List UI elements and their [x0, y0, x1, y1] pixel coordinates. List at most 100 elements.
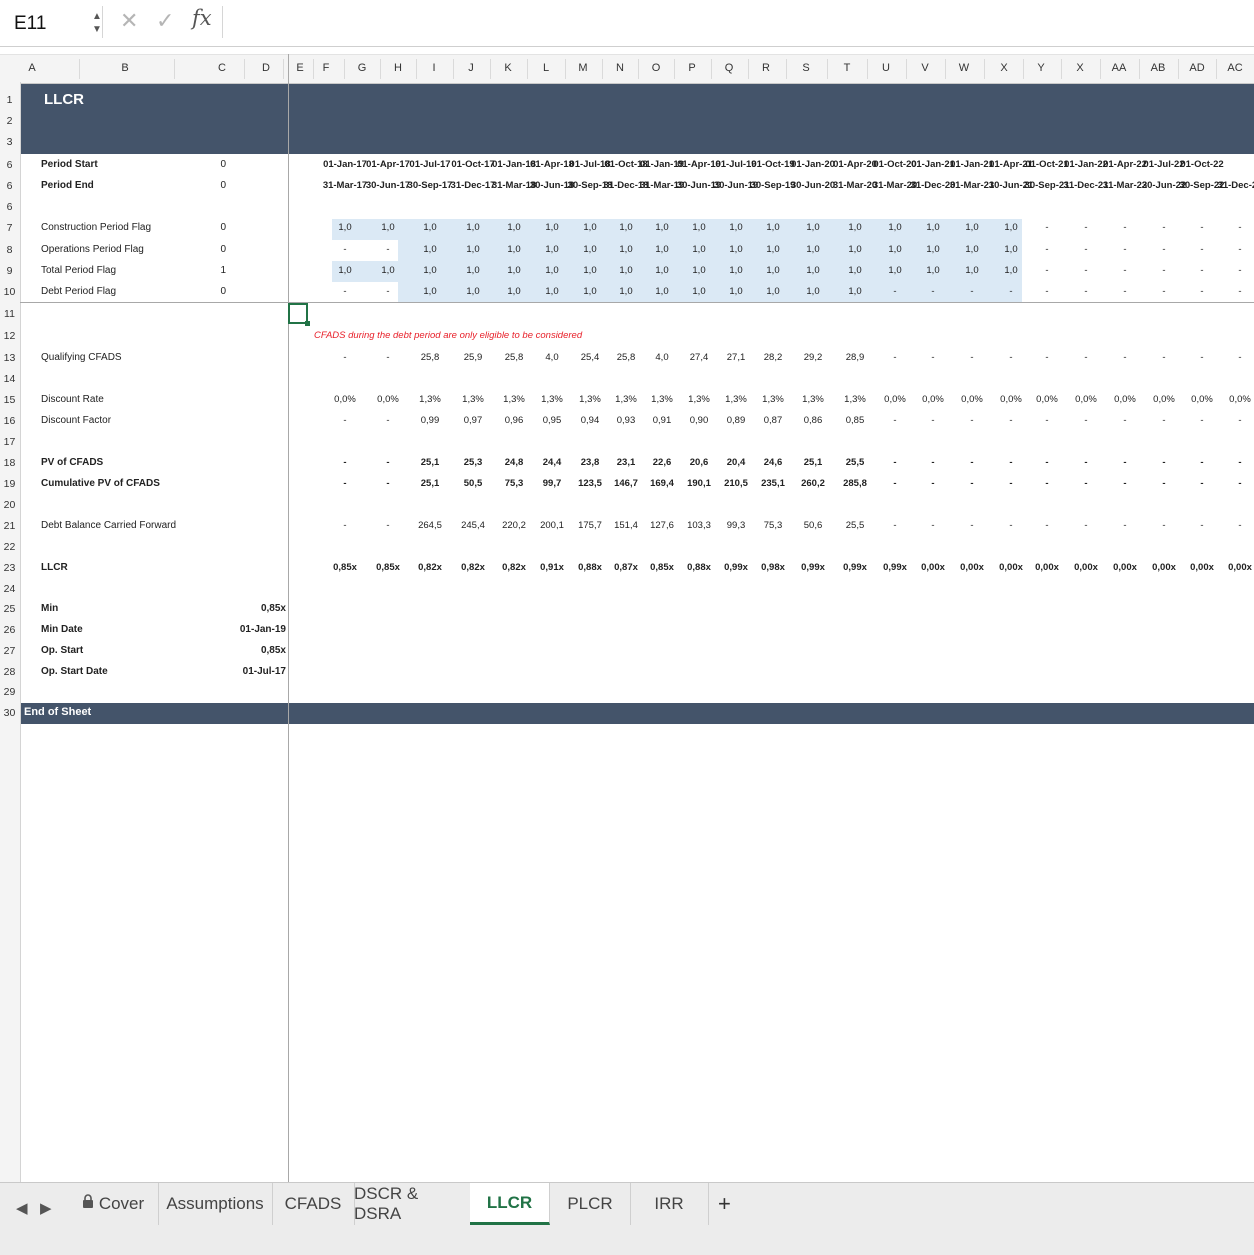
llcr-cell[interactable]: 0,82x: [461, 562, 485, 573]
flag-cell[interactable]: -: [1238, 244, 1241, 255]
row-number[interactable]: 11: [0, 308, 19, 320]
flag-cell[interactable]: 1,0: [692, 286, 705, 297]
row-number[interactable]: 17: [0, 436, 19, 448]
flag-cell[interactable]: -: [1123, 222, 1126, 233]
llcr-cell[interactable]: 0,00x: [921, 562, 945, 573]
column-header[interactable]: AD: [1182, 62, 1212, 74]
debt-balance-cell[interactable]: -: [1123, 520, 1126, 531]
flag-cell[interactable]: 1,0: [619, 222, 632, 233]
discount-rate-cell[interactable]: 1,3%: [541, 394, 563, 405]
flag-cell[interactable]: 1,0: [338, 265, 351, 276]
discount-factor-cell[interactable]: -: [1238, 415, 1241, 426]
pv-cfads-cell[interactable]: 24,8: [505, 457, 524, 468]
period-end-cell[interactable]: 30-Jun-20: [791, 180, 835, 191]
flag-cell[interactable]: 1,0: [848, 244, 861, 255]
flag-cell[interactable]: 1,0: [545, 265, 558, 276]
flag-cell[interactable]: 1,0: [965, 265, 978, 276]
flag-cell[interactable]: 1,0: [806, 244, 819, 255]
summary-value[interactable]: 01-Jan-19: [220, 624, 286, 635]
flag-cell[interactable]: -: [1045, 286, 1048, 297]
llcr-cell[interactable]: 0,00x: [1152, 562, 1176, 573]
row-number[interactable]: 12: [0, 330, 19, 342]
scroll-tabs-left-icon[interactable]: ◀: [16, 1199, 28, 1217]
column-header[interactable]: K: [493, 62, 523, 74]
flag-cell[interactable]: 1,0: [692, 222, 705, 233]
worksheet-grid[interactable]: A B C D E F G H I J K L M N O P Q R S T U V W X Y X AA AB AD AC 12366…: [0, 54, 1254, 1182]
name-box[interactable]: E11 ▲ ▼: [4, 6, 103, 38]
column-header[interactable]: AB: [1143, 62, 1173, 74]
discount-factor-cell[interactable]: 0,86: [804, 415, 823, 426]
column-header[interactable]: T: [832, 62, 862, 74]
pv-cfads-cell[interactable]: -: [931, 457, 934, 468]
row-number[interactable]: 10: [0, 286, 19, 298]
qualifying-cfads-cell[interactable]: -: [1084, 352, 1087, 363]
column-header[interactable]: C: [207, 62, 237, 74]
column-header[interactable]: L: [531, 62, 561, 74]
llcr-cell[interactable]: 0,85x: [333, 562, 357, 573]
cumulative-pv-cfads-cell[interactable]: 146,7: [614, 478, 638, 489]
cumulative-pv-cfads-cell[interactable]: 210,5: [724, 478, 748, 489]
discount-rate-cell[interactable]: 0,0%: [884, 394, 906, 405]
discount-factor-cell[interactable]: -: [1123, 415, 1126, 426]
column-header[interactable]: AC: [1220, 62, 1250, 74]
discount-rate-cell[interactable]: 1,3%: [579, 394, 601, 405]
flag-cell[interactable]: 1,0: [729, 265, 742, 276]
debt-balance-cell[interactable]: -: [970, 520, 973, 531]
discount-factor-cell[interactable]: -: [1084, 415, 1087, 426]
flag-cell[interactable]: 1,0: [766, 244, 779, 255]
row-number[interactable]: 6: [0, 159, 19, 171]
cumulative-pv-cfads-cell[interactable]: 260,2: [801, 478, 825, 489]
period-start-cell[interactable]: 01-Apr-17: [366, 159, 410, 170]
flag-cell[interactable]: 1,0: [655, 222, 668, 233]
cumulative-pv-cfads-cell[interactable]: -: [931, 478, 934, 489]
llcr-cell[interactable]: 0,99x: [883, 562, 907, 573]
name-box-stepper-icon[interactable]: ▲ ▼: [92, 10, 102, 36]
discount-factor-cell[interactable]: 0,99: [421, 415, 440, 426]
cumulative-pv-cfads-cell[interactable]: -: [1045, 478, 1048, 489]
pv-cfads-cell[interactable]: -: [1123, 457, 1126, 468]
cumulative-pv-cfads-cell[interactable]: -: [386, 478, 389, 489]
period-end-cell[interactable]: 31-Dec-20: [911, 180, 956, 191]
flag-cell[interactable]: 1,0: [729, 286, 742, 297]
cancel-icon[interactable]: ✕: [120, 8, 138, 34]
row-number[interactable]: 13: [0, 352, 19, 364]
add-sheet-button[interactable]: +: [718, 1191, 731, 1217]
qualifying-cfads-cell[interactable]: -: [1238, 352, 1241, 363]
llcr-cell[interactable]: 0,00x: [1074, 562, 1098, 573]
period-start-cell[interactable]: 01-Jan-22: [1064, 159, 1108, 170]
llcr-cell[interactable]: 0,00x: [1190, 562, 1214, 573]
flag-cell[interactable]: -: [970, 286, 973, 297]
flag-cell[interactable]: 1,0: [655, 286, 668, 297]
discount-rate-cell[interactable]: 1,3%: [688, 394, 710, 405]
qualifying-cfads-cell[interactable]: 4,0: [545, 352, 558, 363]
flag-cell[interactable]: 1,0: [806, 222, 819, 233]
flag-cell[interactable]: -: [1200, 286, 1203, 297]
pv-cfads-cell[interactable]: 25,1: [804, 457, 823, 468]
column-header[interactable]: Y: [1026, 62, 1056, 74]
row-number[interactable]: 25: [0, 603, 19, 615]
flag-cell[interactable]: 1,0: [338, 222, 351, 233]
discount-factor-cell[interactable]: 0,96: [505, 415, 524, 426]
pv-cfads-cell[interactable]: 25,3: [464, 457, 483, 468]
flag-cell[interactable]: 1,0: [423, 222, 436, 233]
column-header[interactable]: I: [419, 62, 449, 74]
flag-cell[interactable]: 1,0: [466, 265, 479, 276]
flag-cell[interactable]: 1,0: [507, 222, 520, 233]
discount-rate-cell[interactable]: 0,0%: [1153, 394, 1175, 405]
period-start-cell[interactable]: 01-Apr-20: [833, 159, 877, 170]
cumulative-pv-cfads-cell[interactable]: 285,8: [843, 478, 867, 489]
cumulative-pv-cfads-cell[interactable]: -: [1238, 478, 1241, 489]
llcr-cell[interactable]: 0,99x: [801, 562, 825, 573]
qualifying-cfads-cell[interactable]: -: [1045, 352, 1048, 363]
debt-balance-cell[interactable]: -: [1238, 520, 1241, 531]
row-number[interactable]: 14: [0, 373, 19, 385]
period-end-cell[interactable]: 31-Mar-21: [950, 180, 994, 191]
flag-cell[interactable]: -: [1123, 265, 1126, 276]
flag-cell[interactable]: 1,0: [926, 222, 939, 233]
column-header[interactable]: X: [1065, 62, 1095, 74]
qualifying-cfads-cell[interactable]: 28,9: [846, 352, 865, 363]
period-start-cell[interactable]: 01-Jan-21: [950, 159, 994, 170]
cumulative-pv-cfads-cell[interactable]: -: [893, 478, 896, 489]
pv-cfads-cell[interactable]: -: [386, 457, 389, 468]
llcr-cell[interactable]: 0,98x: [761, 562, 785, 573]
